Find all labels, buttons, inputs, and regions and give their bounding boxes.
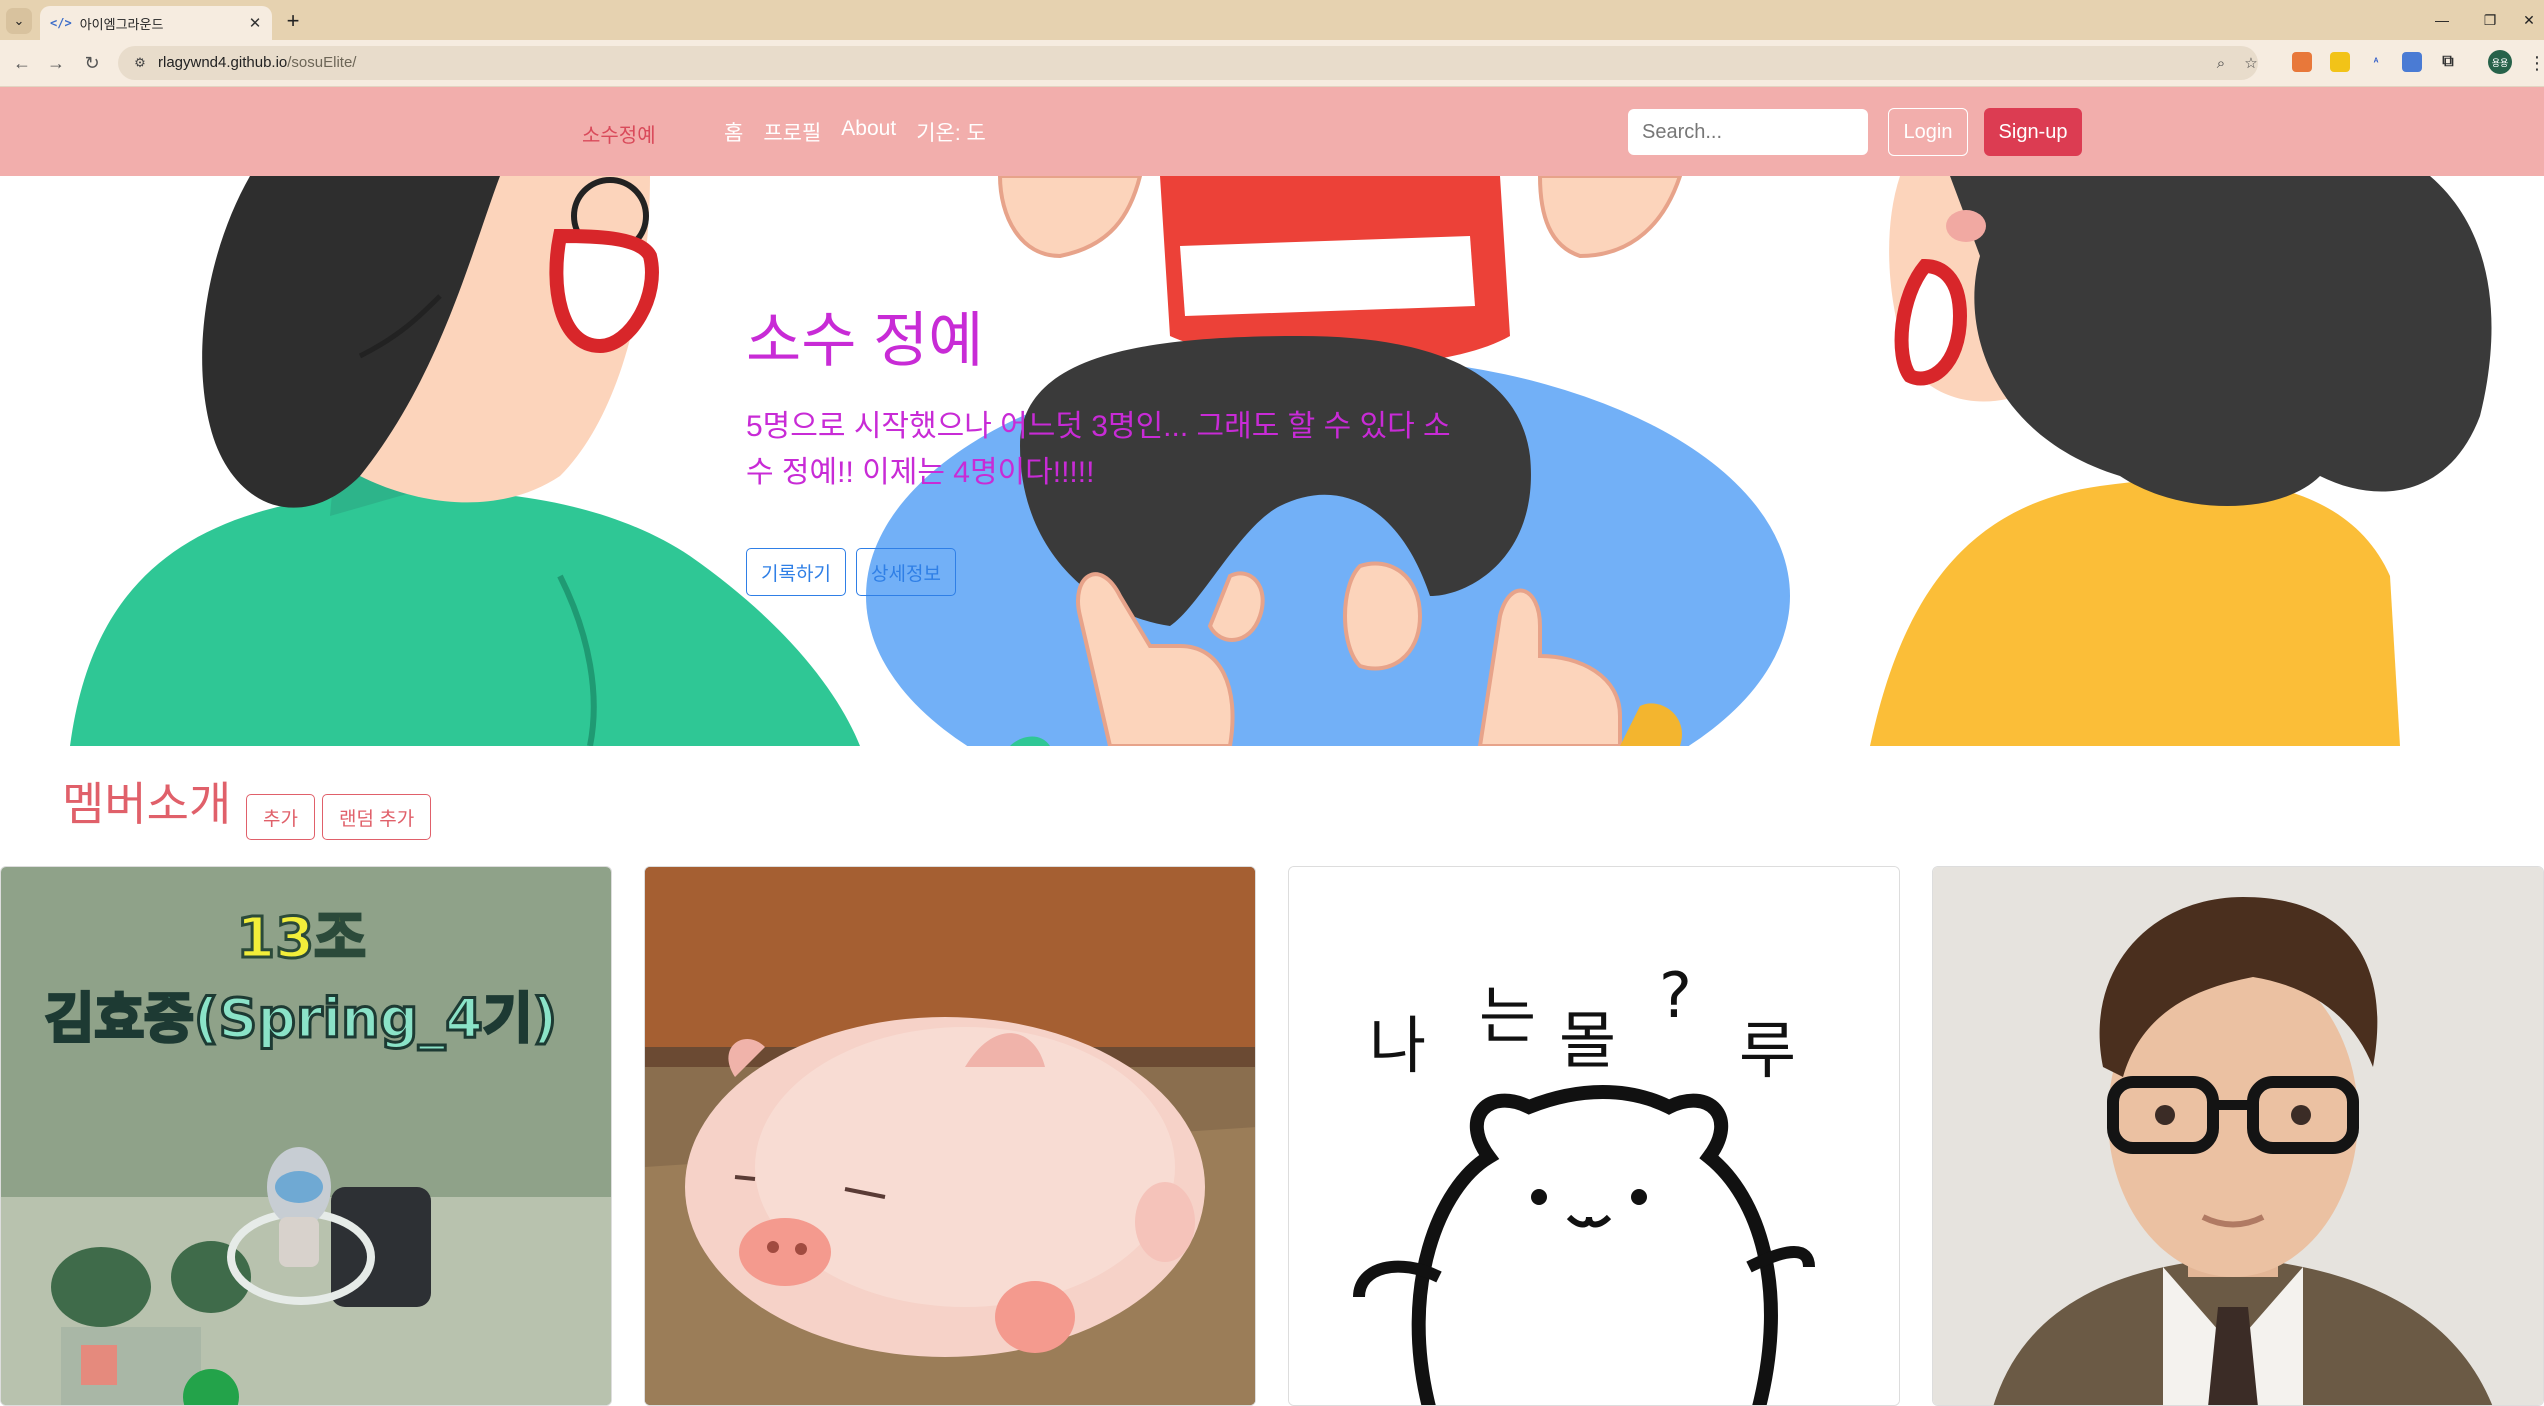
zoom-icon[interactable]: ⌕ <box>2210 52 2232 74</box>
extension-icon-2[interactable] <box>2330 52 2350 72</box>
forward-arrow-icon[interactable]: → <box>42 49 70 77</box>
url-host: rlagywnd4.github.io <box>158 54 288 71</box>
nav-link-home[interactable]: 홈 <box>724 117 743 147</box>
add-member-button[interactable]: 추가 <box>246 794 315 840</box>
card3-glyph-1: 나 <box>1369 1009 1426 1082</box>
nav-link-about[interactable]: About <box>841 117 896 147</box>
browser-tab[interactable]: </> 아이엠그라운드 ✕ <box>40 6 272 40</box>
tab-title: 아이엠그라운드 <box>79 16 164 32</box>
hero-description: 5명으로 시작했으나 어느덧 3명인... 그래도 할 수 있다 소수 정예!!… <box>746 410 1451 489</box>
member-photo-4 <box>1933 867 2543 1405</box>
member-photo-1: 13조 김효중(Spring_4기) <box>1 867 611 1405</box>
reload-icon[interactable]: ↻ <box>78 49 106 77</box>
tab-search-icon[interactable]: ⌄ <box>6 8 32 34</box>
member-card-3[interactable]: 나 는 몰 ? 루 <box>1288 866 1900 1406</box>
nav-links: 홈 프로필 About 기온: 도 <box>724 117 986 147</box>
address-bar[interactable]: ⚙ rlagywnd4.github.io/sosuElite/ ⌕ ☆ <box>118 46 2258 80</box>
profile-avatar[interactable]: 용용 <box>2488 50 2512 74</box>
code-favicon-icon: </> <box>50 16 72 30</box>
site-navbar: 소수정예 홈 프로필 About 기온: 도 Login Sign-up <box>0 87 2544 176</box>
record-button[interactable]: 기록하기 <box>746 548 846 596</box>
card3-glyph-5: 루 <box>1739 1014 1796 1087</box>
member-card-2[interactable] <box>644 866 1256 1406</box>
minimize-icon[interactable]: — <box>2422 6 2462 34</box>
login-button[interactable]: Login <box>1888 108 1968 156</box>
restore-icon[interactable]: ❐ <box>2470 6 2510 34</box>
hero-title: 소수 정예 <box>746 307 984 374</box>
browser-menu-icon[interactable]: ⋮ <box>2528 50 2544 76</box>
close-tab-icon[interactable]: ✕ <box>244 12 266 34</box>
back-arrow-icon[interactable]: ← <box>8 49 36 77</box>
member-photo-3: 나 는 몰 ? 루 <box>1289 867 1899 1405</box>
member-card-4[interactable] <box>1932 866 2544 1406</box>
extension-icon-1[interactable] <box>2292 52 2312 72</box>
close-window-icon[interactable]: ✕ <box>2514 6 2544 34</box>
search-input[interactable] <box>1628 109 1868 155</box>
card3-glyph-2: 는 <box>1479 979 1536 1052</box>
bookmark-star-icon[interactable]: ☆ <box>2240 52 2262 74</box>
member-card-1[interactable]: 13조 김효중(Spring_4기) <box>0 866 612 1406</box>
new-tab-icon[interactable]: + <box>280 8 306 34</box>
card3-glyph-4: ? <box>1659 959 1692 1032</box>
site-info-icon[interactable]: ⚙ <box>130 53 150 73</box>
card3-glyph-3: 몰 <box>1559 1004 1616 1077</box>
url-text: rlagywnd4.github.io/sosuElite/ <box>158 54 356 71</box>
extension-icon-3[interactable]: ᴬ <box>2366 52 2386 72</box>
extension-icon-4[interactable] <box>2402 52 2422 72</box>
card1-caption-2: 김효중(Spring_4기) <box>45 987 557 1050</box>
browser-tab-bar: ⌄ </> 아이엠그라운드 ✕ + — ❐ ✕ <box>0 0 2544 40</box>
url-path: /sosuElite/ <box>287 54 357 71</box>
member-photo-2 <box>645 867 1255 1405</box>
browser-toolbar: ← → ↻ ⚙ rlagywnd4.github.io/sosuElite/ ⌕… <box>0 40 2544 87</box>
nav-link-temperature[interactable]: 기온: 도 <box>916 117 986 147</box>
hero-banner: 소수 정예 5명으로 시작했으나 어느덧 3명인... 그래도 할 수 있다 소… <box>0 176 2544 746</box>
random-add-button[interactable]: 랜덤 추가 <box>322 794 432 840</box>
brand-link[interactable]: 소수정예 <box>582 119 656 148</box>
nav-link-profile[interactable]: 프로필 <box>763 117 821 147</box>
extensions-puzzle-icon[interactable]: ⧉ <box>2438 52 2458 72</box>
details-button[interactable]: 상세정보 <box>856 548 956 596</box>
signup-button[interactable]: Sign-up <box>1984 108 2082 156</box>
card1-caption-1: 13조 <box>236 906 365 971</box>
members-section-title: 멤버소개 <box>62 778 232 830</box>
